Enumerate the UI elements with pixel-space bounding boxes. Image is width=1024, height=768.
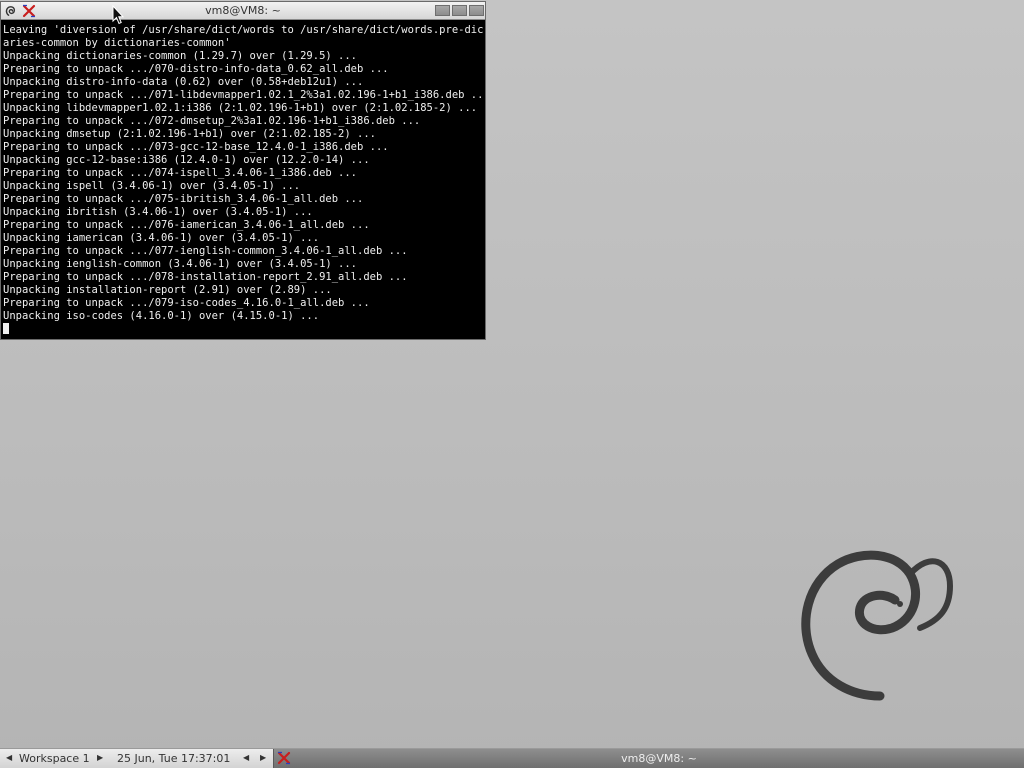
terminal-line: Preparing to unpack .../072-dmsetup_2%3a… [3, 115, 421, 127]
terminal-line: Preparing to unpack .../076-iamerican_3.… [3, 219, 370, 231]
terminal-window[interactable]: vm8@VM8: ~ Leaving 'diversion of /usr/sh… [0, 1, 486, 340]
terminal-line: Unpacking dictionaries-common (1.29.7) o… [3, 50, 358, 62]
mouse-pointer-icon [112, 5, 124, 25]
minimize-button[interactable] [435, 5, 450, 16]
terminal-line: Preparing to unpack .../077-ienglish-com… [3, 245, 408, 257]
terminal-output[interactable]: Leaving 'diversion of /usr/share/dict/wo… [3, 24, 483, 336]
window-titlebar[interactable]: vm8@VM8: ~ [1, 2, 485, 20]
triangle-right-icon[interactable]: ▶ [260, 753, 266, 763]
text-cursor [3, 323, 9, 334]
terminal-line: Unpacking iamerican (3.4.06-1) over (3.4… [3, 232, 320, 244]
terminal-prompt-line[interactable] [3, 323, 483, 336]
taskbar-task-terminal[interactable]: vm8@VM8: ~ [273, 749, 1024, 768]
terminal-line: Unpacking iso-codes (4.16.0-1) over (4.1… [3, 310, 320, 322]
terminal-line: aries-common by dictionaries-common' [3, 37, 231, 49]
xterm-icon[interactable] [22, 4, 36, 18]
close-button[interactable] [469, 5, 484, 16]
clock: 25 Jun, Tue 17:37:01 [117, 752, 231, 765]
terminal-line: Preparing to unpack .../071-libdevmapper… [3, 89, 483, 101]
terminal-line: Unpacking libdevmapper1.02.1:i386 (2:1.0… [3, 102, 478, 114]
terminal-line: Unpacking gcc-12-base:i386 (12.4.0-1) ov… [3, 154, 370, 166]
maximize-button[interactable] [452, 5, 467, 16]
terminal-line: Preparing to unpack .../074-ispell_3.4.0… [3, 167, 358, 179]
desktop: vm8@VM8: ~ Leaving 'diversion of /usr/sh… [0, 0, 1024, 768]
taskbar: ◀ Workspace 1 ▶ 25 Jun, Tue 17:37:01 ◀ ▶… [0, 748, 1024, 768]
taskbar-task-label: vm8@VM8: ~ [621, 752, 697, 765]
terminal-line: Unpacking dmsetup (2:1.02.196-1+b1) over… [3, 128, 376, 140]
terminal-line: Unpacking ienglish-common (3.4.06-1) ove… [3, 258, 358, 270]
window-title: vm8@VM8: ~ [205, 4, 281, 17]
terminal-line: Preparing to unpack .../070-distro-info-… [3, 63, 389, 75]
triangle-left-icon[interactable]: ◀ [243, 753, 249, 763]
terminal-line: Preparing to unpack .../075-ibritish_3.4… [3, 193, 364, 205]
terminal-line: Leaving 'diversion of /usr/share/dict/wo… [3, 24, 483, 36]
terminal-line: Unpacking distro-info-data (0.62) over (… [3, 76, 364, 88]
triangle-left-icon[interactable]: ◀ [6, 753, 12, 763]
triangle-right-icon[interactable]: ▶ [97, 753, 103, 763]
terminal-line: Preparing to unpack .../079-iso-codes_4.… [3, 297, 370, 309]
terminal-line: Unpacking installation-report (2.91) ove… [3, 284, 332, 296]
terminal-line: Preparing to unpack .../078-installation… [3, 271, 408, 283]
terminal-line: Preparing to unpack .../073-gcc-12-base_… [3, 141, 389, 153]
workspace-label[interactable]: Workspace 1 [19, 752, 90, 765]
debian-swirl-icon[interactable] [5, 5, 17, 17]
terminal-line: Unpacking ibritish (3.4.06-1) over (3.4.… [3, 206, 313, 218]
debian-swirl-logo [801, 550, 954, 701]
terminal-line: Unpacking ispell (3.4.06-1) over (3.4.05… [3, 180, 301, 192]
